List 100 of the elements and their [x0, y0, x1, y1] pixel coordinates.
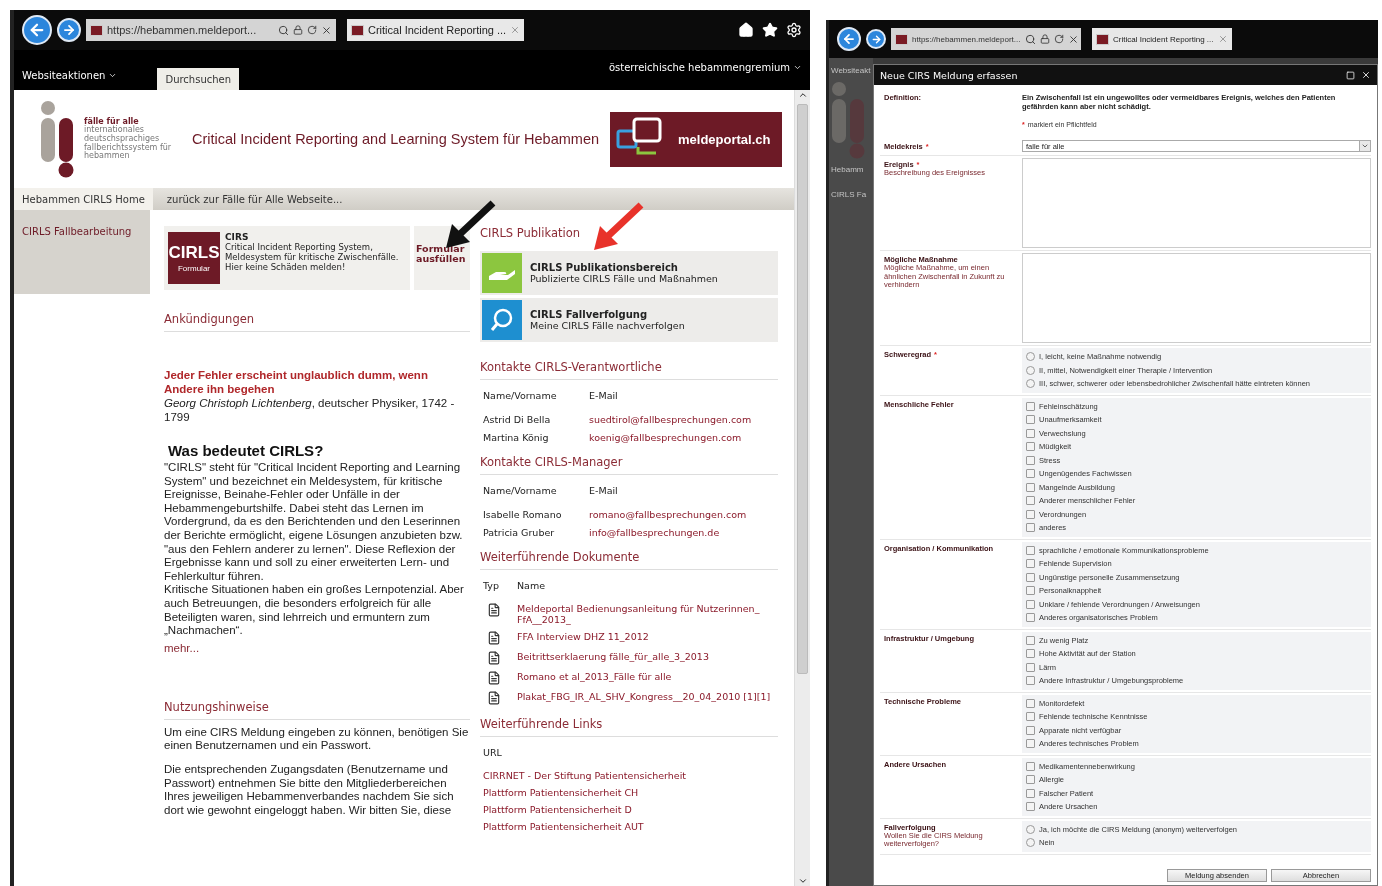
- checkbox[interactable]: [1026, 401, 1035, 411]
- text-area[interactable]: [1022, 158, 1371, 248]
- checkbox[interactable]: [1026, 482, 1035, 492]
- scroll-up-icon[interactable]: [797, 90, 808, 100]
- tile-description: Publizierte CIRLS Fälle und Maßnahmen: [530, 272, 718, 285]
- stop-icon[interactable]: [321, 24, 332, 36]
- document-link[interactable]: FFA Interview DHZ 11_2012: [517, 631, 775, 642]
- scrollbar-thumb[interactable]: [797, 104, 808, 674]
- scroll-down-icon[interactable]: [797, 876, 808, 886]
- forward-arrow-icon: [870, 33, 882, 45]
- column-header: URL: [483, 747, 503, 758]
- checkbox[interactable]: [1026, 739, 1035, 749]
- checkbox[interactable]: [1026, 649, 1035, 659]
- search-icon[interactable]: [1024, 33, 1036, 45]
- background-text: Websiteakt: [830, 66, 872, 75]
- settings-icon[interactable]: [786, 22, 802, 38]
- email-link[interactable]: info@fallbesprechungen.de: [589, 527, 775, 538]
- checkbox[interactable]: [1026, 442, 1035, 452]
- radio-button[interactable]: [1026, 365, 1035, 375]
- close-icon[interactable]: [1361, 70, 1371, 80]
- checkbox[interactable]: [1026, 469, 1035, 479]
- document-link[interactable]: Meldeportal Bedienungsanleitung für Nutzerinnen_ FfA__2013_: [517, 603, 775, 625]
- dropdown-button[interactable]: [1359, 141, 1370, 151]
- checkbox[interactable]: [1026, 802, 1035, 812]
- refresh-icon[interactable]: [1053, 34, 1064, 44]
- logo-subtitle: internationales deutschsprachiges fallberichtssystem für hebammen: [84, 125, 173, 162]
- checkbox[interactable]: [1026, 545, 1035, 555]
- external-link[interactable]: CIRRNET - Der Stiftung Patientensicherheit: [483, 770, 775, 781]
- checkbox[interactable]: [1026, 586, 1035, 596]
- search-icon[interactable]: [278, 24, 289, 36]
- checkbox[interactable]: [1026, 676, 1035, 686]
- checkbox[interactable]: [1026, 698, 1035, 708]
- checkbox[interactable]: [1026, 761, 1035, 771]
- radio-button[interactable]: [1026, 379, 1035, 389]
- banner-text: meldeportal.ch: [678, 131, 771, 147]
- favicon-icon: [90, 24, 103, 36]
- section-heading: Kontakte CIRLS-Manager: [480, 455, 778, 475]
- stop-icon[interactable]: [1067, 33, 1079, 45]
- document-link[interactable]: Beitrittserklaerung fälle_für_alle_3_2013: [517, 651, 775, 662]
- pdf-file-icon: [487, 603, 501, 617]
- email-link[interactable]: romano@fallbesprechungen.com: [589, 509, 775, 520]
- external-link[interactable]: Plattform Patientensicherheit D: [483, 804, 775, 815]
- checkbox[interactable]: [1026, 572, 1035, 582]
- publication-tile[interactable]: CIRLS Publikationsbereich Publizierte CIRLS Fälle und Maßnahmen: [480, 251, 778, 295]
- lock-icon: [1039, 34, 1050, 44]
- checkbox[interactable]: [1026, 509, 1035, 519]
- column-header: Name/Vorname: [483, 485, 558, 496]
- cirs-tile[interactable]: CIRLS Formular CIRS Critical Incident Reporting System, Meldesystem für kritische Zwischenfälle. Hier keine Schäden melden!: [164, 226, 410, 290]
- sidebar-link[interactable]: CIRLS Fallbearbeitung: [22, 226, 142, 237]
- email-link[interactable]: suedtirol@fallbesprechungen.com: [589, 414, 775, 425]
- back-button[interactable]: [22, 15, 52, 45]
- browser-tab[interactable]: Critical Incident Reporting ...: [347, 19, 525, 41]
- checkbox[interactable]: [1026, 496, 1035, 506]
- home-icon[interactable]: [738, 22, 754, 38]
- back-button[interactable]: [837, 27, 861, 51]
- star-icon[interactable]: [762, 22, 778, 38]
- checkbox[interactable]: [1026, 635, 1035, 645]
- form-link[interactable]: Formular ausfüllen: [416, 244, 468, 265]
- external-link[interactable]: Plattform Patientensicherheit CH: [483, 787, 775, 798]
- checkbox[interactable]: [1026, 775, 1035, 785]
- site-menu[interactable]: österreichische hebammengremium: [608, 61, 802, 73]
- checkbox[interactable]: [1026, 559, 1035, 569]
- text-area[interactable]: [1022, 253, 1371, 343]
- paragraph: Kritische Situationen haben ein großes Lernpotenzial. Aber auch Betreuungen, die besonders erfolgreich für alle Beteiligten waren, sind lehrreich und ermuntern zum „Nachmachen“.: [164, 583, 465, 638]
- checkbox[interactable]: [1026, 428, 1035, 438]
- radio-button[interactable]: [1026, 838, 1035, 848]
- email-link[interactable]: koenig@fallbesprechungen.com: [589, 432, 775, 443]
- browser-tab[interactable]: Critical Incident Reporting ...: [1092, 28, 1232, 50]
- ribbon-tab[interactable]: Durchsuchen: [157, 68, 240, 90]
- checkbox[interactable]: [1026, 523, 1035, 533]
- external-link[interactable]: Plattform Patientensicherheit AUT: [483, 821, 775, 832]
- site-actions-menu[interactable]: Websiteaktionen: [22, 69, 118, 81]
- scrollbar[interactable]: [794, 90, 810, 886]
- checkbox[interactable]: [1026, 725, 1035, 735]
- forward-button[interactable]: [866, 29, 886, 49]
- checkbox[interactable]: [1026, 712, 1035, 722]
- checkbox[interactable]: [1026, 455, 1035, 465]
- document-link[interactable]: Romano et al_2013_Fälle für alle: [517, 671, 775, 682]
- checkbox[interactable]: [1026, 599, 1035, 609]
- background-text: Hebamm: [830, 165, 865, 174]
- nav-link[interactable]: Hebammen CIRLS Home: [14, 188, 153, 210]
- nav-link[interactable]: zurück zur Fälle für Alle Webseite...: [158, 188, 351, 210]
- checkbox[interactable]: [1026, 662, 1035, 672]
- refresh-icon[interactable]: [307, 25, 317, 35]
- banner[interactable]: meldeportal.ch: [610, 111, 782, 167]
- address-field[interactable]: https://hebammen.meldeport...: [891, 28, 1081, 50]
- publication-tile[interactable]: CIRLS Fallverfolgung Meine CIRLS Fälle nachverfolgen: [480, 298, 778, 342]
- maximize-icon[interactable]: [1346, 70, 1355, 80]
- radio-button[interactable]: [1026, 824, 1035, 834]
- favicon-icon: [895, 33, 908, 45]
- document-link[interactable]: Plakat_FBG_IR_AL_SHV_Kongress__20_04_2010 [1][1]: [517, 691, 775, 702]
- paragraph: "CIRLS" steht für "Critical Incident Reporting and Learning System" und bezeichnet ein Meldesystem, für kritische Ereignisse, Beinahe-Fehler oder Unfälle in der Hebammengeburtshilfe. Dabei steht das Lernen im Vordergrund, da es den Berichtenden und den Leserinnen der Berichte ermöglicht, eigene Lösungen anzubieten bzw. "aus den Fehlern anderer zu lernen". Diese Reflexion der Ergebnisse kann und soll zu einer erweiterten Lern- und Fehlerkultur führen.: [164, 461, 464, 584]
- address-field[interactable]: https://hebammen.meldeport...: [86, 19, 336, 41]
- radio-button[interactable]: [1026, 352, 1035, 362]
- forward-button[interactable]: [57, 18, 81, 42]
- checkbox[interactable]: [1026, 613, 1035, 623]
- more-link[interactable]: mehr...: [164, 641, 200, 654]
- checkbox[interactable]: [1026, 788, 1035, 798]
- checkbox[interactable]: [1026, 415, 1035, 425]
- section-heading: Nutzungshinweise: [164, 699, 470, 720]
